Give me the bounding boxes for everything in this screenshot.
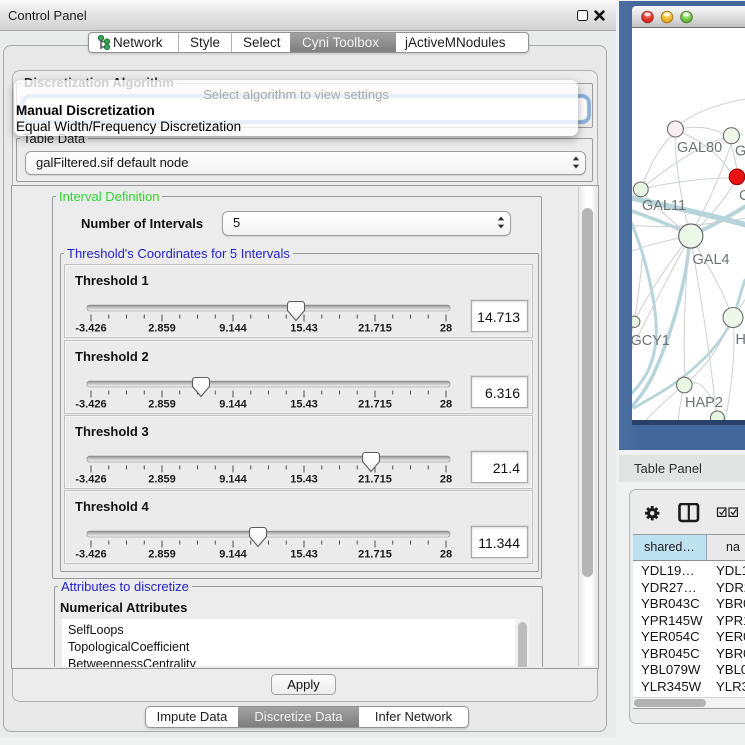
svg-text:C: C: [739, 188, 745, 204]
svg-text:GA: GA: [735, 144, 745, 160]
svg-text:GAL11: GAL11: [642, 198, 686, 214]
svg-text:HAP2: HAP2: [685, 395, 723, 411]
svg-text:GAL80: GAL80: [677, 140, 722, 156]
svg-text:GCY1: GCY1: [632, 333, 670, 349]
svg-text:GAL4: GAL4: [693, 252, 730, 268]
svg-text:H: H: [736, 332, 745, 348]
